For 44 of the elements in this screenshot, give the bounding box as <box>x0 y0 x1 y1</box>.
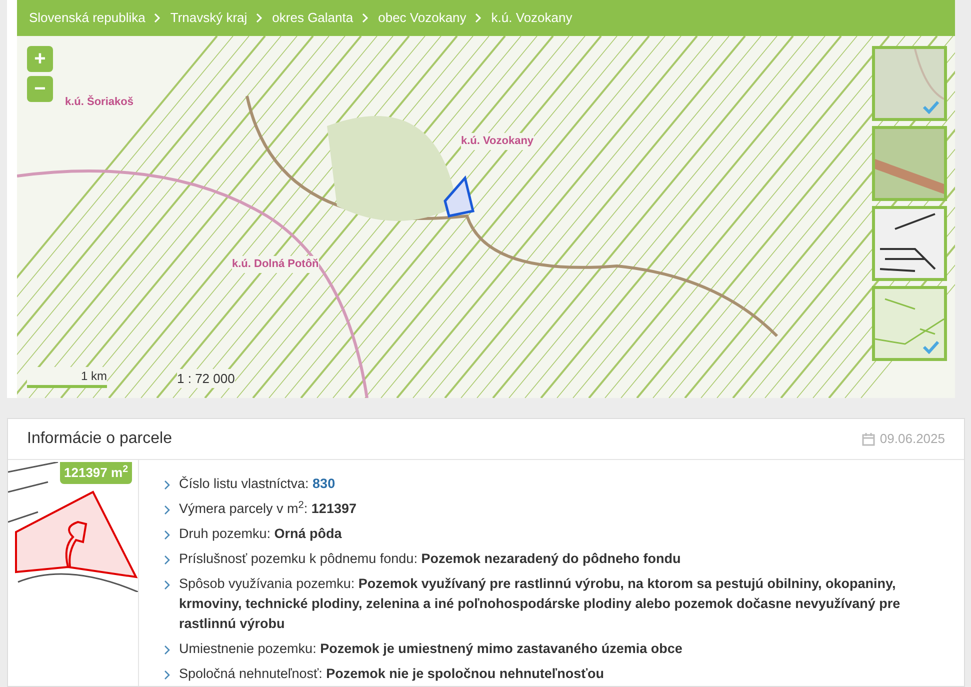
info-item: Spoločná nehnuteľnosť: Pozemok nie je spoločnou nehnuteľnosťou <box>179 665 604 683</box>
chevron-icon <box>164 480 171 490</box>
ownership-link[interactable]: 830 <box>312 476 336 491</box>
layer-thumbnail[interactable] <box>872 126 947 201</box>
breadcrumb-link[interactable]: k.ú. Vozokany <box>491 8 572 28</box>
breadcrumb-link[interactable]: Slovenská republika <box>29 8 146 28</box>
info-item: Spôsob využívania pozemku: Pozemok využívaný pre rastlinnú výrobu, na ktorom sa pestujú obilniny, okopaniny, krmoviny, technické plodiny, zelenina a iné poľnohospodárske plodiny alebo pozemok dočasne nevyužívaný pre rastlinnú výrobu <box>179 575 902 633</box>
info-item: Číslo listu vlastníctva: 830 <box>179 475 336 493</box>
check-icon <box>922 100 940 114</box>
scale-bar: 1 km <box>27 367 107 388</box>
layer-preview-drawing <box>875 129 944 198</box>
chevron-icon <box>154 13 162 23</box>
map-area-label: k.ú. Vozokany <box>461 133 534 150</box>
chevron-icon <box>475 13 482 23</box>
info-item: Výmera parcely v m$^{2}$: 121397 <box>179 499 356 518</box>
chevron-icon <box>164 555 171 565</box>
map-area-label: k.ú. Dolná Potôň <box>232 256 319 272</box>
chevron-icon <box>164 580 171 590</box>
layer-thumbnail[interactable] <box>872 206 947 281</box>
chevron-icon <box>256 13 264 23</box>
chevron-icon <box>164 670 171 680</box>
card-title: Informácie o parcele <box>27 429 172 449</box>
area-badge: 121397 m$^{2}$ <box>60 462 132 484</box>
chevron-icon <box>362 13 370 23</box>
check-icon <box>922 340 940 354</box>
breadcrumb-link[interactable]: Trnavský kraj <box>170 8 248 28</box>
zoom-out-button[interactable]: − <box>27 76 53 102</box>
chevron-icon <box>164 505 171 515</box>
chevron-icon <box>164 530 171 540</box>
info-item: Druh pozemku: Orná pôda <box>179 525 342 543</box>
layer-preview-drawing <box>875 289 944 358</box>
layer-preview-drawing <box>875 49 944 118</box>
layer-preview-drawing <box>875 209 944 278</box>
layer-thumbnail[interactable] <box>872 286 947 361</box>
zoom-in-button[interactable]: + <box>27 46 53 72</box>
info-item: Príslušnosť pozemku k pôdnemu fondu: Pozemok nezaradený do pôdneho fondu <box>179 550 681 568</box>
date-text: 09.06.2025 <box>880 430 945 448</box>
chevron-icon <box>164 645 171 655</box>
breadcrumb-link[interactable]: okres Galanta <box>272 8 354 28</box>
breadcrumb-link[interactable]: obec Vozokany <box>378 8 466 28</box>
scale-ratio: 1 : 72 000 <box>177 368 235 388</box>
layer-thumbnail[interactable] <box>872 46 947 121</box>
calendar-icon <box>862 432 875 446</box>
info-item: Umiestnenie pozemku: Pozemok je umiestnený mimo zastavaného územia obce <box>179 640 682 658</box>
